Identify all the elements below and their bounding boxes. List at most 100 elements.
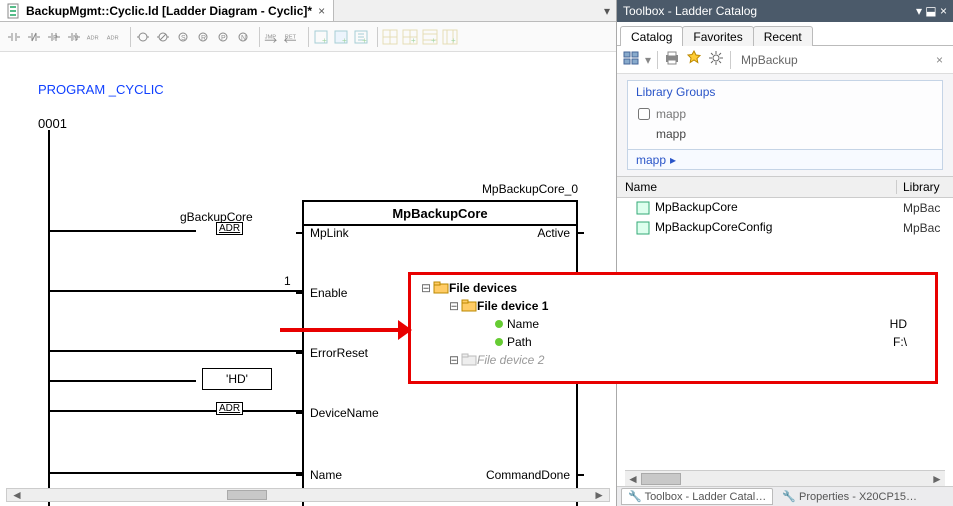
tree-expander[interactable]: ⊟ xyxy=(447,353,461,367)
callout-arrow-head xyxy=(398,320,412,340)
editor-tab-close[interactable]: × xyxy=(316,4,327,18)
svg-text:+: + xyxy=(342,36,347,45)
group-mapp-label: mapp xyxy=(656,107,686,121)
editor-tab-title: BackupMgmt::Cyclic.ld [Ladder Diagram - … xyxy=(26,4,312,18)
toolbox-header: Toolbox - Ladder Catalog ▾ ⬓ × xyxy=(617,0,953,22)
adr-block-devicename[interactable]: ADR xyxy=(216,402,243,415)
bottom-tab-toolbox[interactable]: 🔧 Toolbox - Ladder Catal… xyxy=(621,488,773,505)
bottom-tab-properties[interactable]: 🔧 Properties - X20CP15… xyxy=(775,488,924,505)
tree-path-value[interactable]: F:\ xyxy=(893,335,907,349)
svg-text:RET: RET xyxy=(285,34,297,40)
tb-contact-no-icon[interactable] xyxy=(6,29,22,45)
group-mapp-checkbox[interactable] xyxy=(638,108,650,120)
tbx-gear-icon[interactable] xyxy=(708,50,724,69)
fb-icon xyxy=(635,220,651,236)
tb-coil-neg-icon[interactable] xyxy=(155,29,171,45)
tbx-print-icon[interactable] xyxy=(664,50,680,69)
tree-expander[interactable]: ⊟ xyxy=(419,281,433,295)
svg-text:JMP: JMP xyxy=(265,34,276,40)
tb-coil-s-icon[interactable]: S xyxy=(175,29,191,45)
tb-contact-n-icon[interactable]: N xyxy=(66,29,82,45)
svg-text:+: + xyxy=(431,36,436,45)
toolbox-title: Toolbox - Ladder Catalog xyxy=(623,4,757,18)
svg-text:ADR: ADR xyxy=(107,35,119,41)
fb-instance-name[interactable]: MpBackupCore_0 xyxy=(302,182,578,196)
catalog-hscroll[interactable]: ◄► xyxy=(625,470,945,486)
fb-icon xyxy=(635,200,651,216)
tree-file-devices[interactable]: File devices xyxy=(449,281,517,295)
tab-catalog[interactable]: Catalog xyxy=(620,26,683,46)
folder-icon xyxy=(433,280,449,296)
tree-name-value[interactable]: HD xyxy=(890,317,907,331)
catalog-row[interactable]: MpBackupCoreConfig MpBac xyxy=(617,218,953,238)
tree-name-key[interactable]: Name xyxy=(507,317,539,331)
power-rail-left xyxy=(48,130,50,506)
editor-tab-cyclic[interactable]: BackupMgmt::Cyclic.ld [Ladder Diagram - … xyxy=(0,0,334,21)
tb-coil-icon[interactable] xyxy=(135,29,151,45)
rung-number: 0001 xyxy=(38,116,67,131)
fb-port-devicename: DeviceName xyxy=(310,406,379,420)
tb-contact-p-icon[interactable]: P xyxy=(46,29,62,45)
callout-arrow xyxy=(280,328,408,332)
col-library[interactable]: Library xyxy=(897,180,953,194)
value-icon xyxy=(491,334,507,350)
tb-block-a-icon[interactable]: + xyxy=(313,29,329,45)
tb-coil-r-icon[interactable]: R xyxy=(195,29,211,45)
svg-text:ADR: ADR xyxy=(87,35,99,41)
tb-coil-n-icon[interactable]: N xyxy=(235,29,251,45)
editor-tab-bar: BackupMgmt::Cyclic.ld [Ladder Diagram - … xyxy=(0,0,616,22)
tb-block-b-icon[interactable]: + xyxy=(333,29,349,45)
catalog-grid-header: Name Library xyxy=(617,176,953,198)
toolbox-search-clear[interactable]: × xyxy=(932,53,947,67)
tree-file-device-2[interactable]: File device 2 xyxy=(477,353,544,367)
fb-port-mplink: MpLink xyxy=(310,226,349,240)
editor-tabs-overflow[interactable]: ▾ xyxy=(598,0,616,21)
editor-hscroll[interactable]: ◄► xyxy=(6,488,610,502)
adr-block-mplink[interactable]: ADR xyxy=(216,222,243,235)
tree-expander[interactable]: ⊟ xyxy=(447,299,461,313)
toolbox-search-input[interactable]: MpBackup xyxy=(737,53,926,67)
signal-enable-const[interactable]: 1 xyxy=(284,274,291,288)
tb-jmp-icon[interactable]: JMP xyxy=(264,29,280,45)
literal-hd[interactable]: 'HD' xyxy=(202,368,272,390)
catalog-row[interactable]: MpBackupCore MpBac xyxy=(617,198,953,218)
tb-coil-p-icon[interactable]: P xyxy=(215,29,231,45)
ladder-file-icon xyxy=(6,3,22,19)
fb-port-enable: Enable xyxy=(310,286,347,300)
tb-grid-d-icon[interactable]: + xyxy=(442,29,458,45)
tb-block-c-icon[interactable]: + xyxy=(353,29,369,45)
tree-file-device-1[interactable]: File device 1 xyxy=(477,299,548,313)
value-icon xyxy=(491,316,507,332)
toolbox-tabs: Catalog Favorites Recent xyxy=(617,22,953,46)
tab-favorites[interactable]: Favorites xyxy=(682,26,753,46)
svg-text:P: P xyxy=(53,35,58,42)
tb-adr-b-icon[interactable]: ADR xyxy=(106,29,122,45)
tab-recent[interactable]: Recent xyxy=(753,26,813,46)
svg-text:P: P xyxy=(221,35,226,42)
svg-text:N: N xyxy=(73,35,78,42)
tb-ret-icon[interactable]: RET xyxy=(284,29,300,45)
toolbox-pin-icon[interactable]: ▾ ⬓ × xyxy=(916,4,947,18)
fb-port-active: Active xyxy=(537,226,570,240)
svg-text:+: + xyxy=(322,36,327,45)
path-mapp[interactable]: mapp xyxy=(636,153,666,167)
group-mapp-item[interactable]: mapp xyxy=(638,125,932,141)
tb-grid-b-icon[interactable]: + xyxy=(402,29,418,45)
bottom-tool-tabs: 🔧 Toolbox - Ladder Catal… 🔧 Properties -… xyxy=(617,486,953,506)
library-groups-title: Library Groups xyxy=(628,81,942,103)
tbx-filter-icon[interactable] xyxy=(623,50,639,69)
folder-icon xyxy=(461,298,477,314)
svg-text:S: S xyxy=(181,35,186,42)
col-name[interactable]: Name xyxy=(617,180,897,194)
tb-grid-a-icon[interactable] xyxy=(382,29,398,45)
svg-text:+: + xyxy=(411,36,416,45)
program-heading: PROGRAM _CYCLIC xyxy=(38,82,164,97)
ladder-toolbar: P N ADR ADR S R P N JMP RET + + + + + + xyxy=(0,22,616,52)
tb-contact-nc-icon[interactable] xyxy=(26,29,42,45)
tb-grid-c-icon[interactable]: + xyxy=(422,29,438,45)
tree-path-key[interactable]: Path xyxy=(507,335,532,349)
tb-adr-a-icon[interactable]: ADR xyxy=(86,29,102,45)
fb-port-name: Name xyxy=(310,468,342,482)
tbx-star-icon[interactable] xyxy=(686,50,702,69)
svg-text:+: + xyxy=(451,36,456,45)
